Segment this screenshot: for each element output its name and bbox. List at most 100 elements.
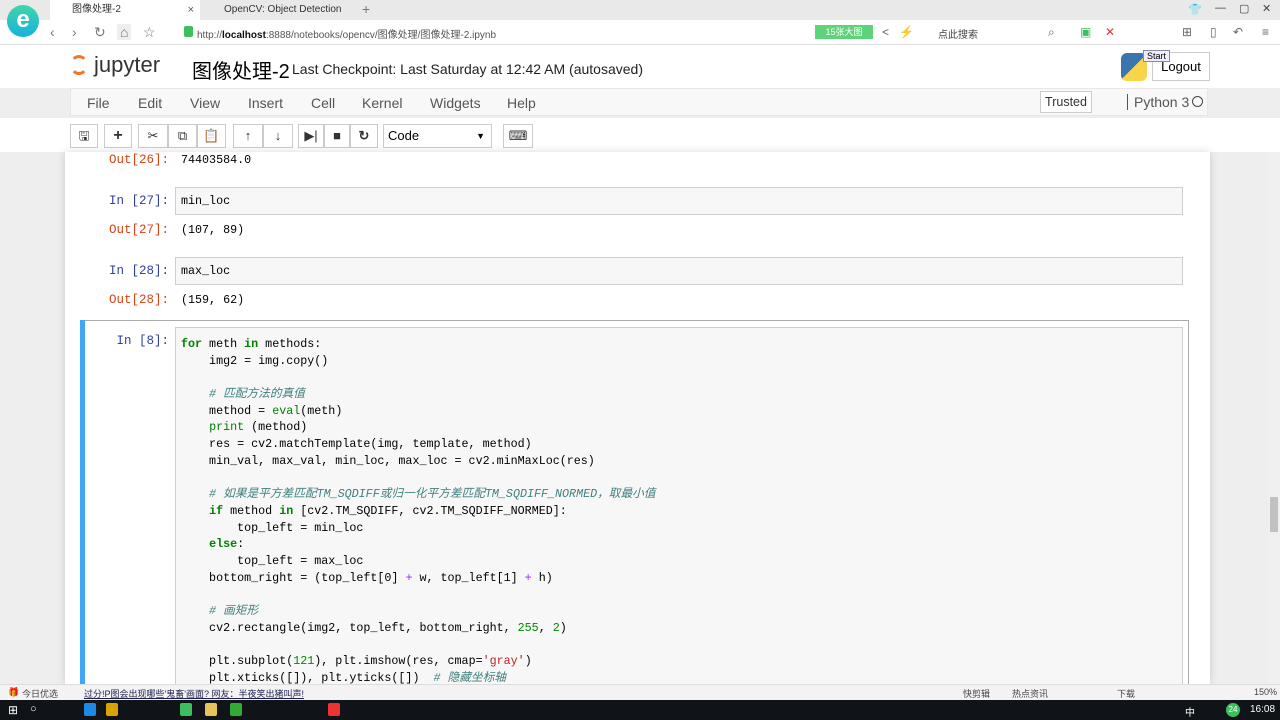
edge-icon[interactable] [84, 703, 96, 716]
menu-widgets[interactable]: Widgets [430, 95, 481, 111]
skin-icon[interactable]: 👕 [1188, 3, 1202, 16]
code-token: res = cv2.matchTemplate(img, template, m… [181, 437, 532, 452]
restart-icon: ↻ [358, 128, 370, 143]
menu-help[interactable]: Help [507, 95, 536, 111]
page-scrollbar[interactable] [1268, 152, 1280, 684]
keyboard-icon: ⌨ [508, 128, 528, 143]
restart-button[interactable]: ↻ [350, 124, 378, 148]
close-tab-icon[interactable]: × [188, 0, 194, 20]
in-prompt: In [28]: [108, 264, 169, 278]
close-window-button[interactable]: ✕ [1262, 2, 1271, 15]
apps-icon[interactable]: ⊞ [1182, 25, 1192, 39]
move-up-button[interactable]: ↑ [233, 124, 263, 148]
jupyter-logo-text: jupyter [94, 52, 161, 77]
search-input[interactable]: 点此搜索 [938, 26, 978, 41]
run-button[interactable]: ▶| [298, 124, 324, 148]
lightning-icon[interactable]: ⚡ [899, 25, 914, 39]
paste-button[interactable]: 📋 [197, 124, 226, 148]
code-token: eval [272, 403, 301, 418]
code-editor[interactable]: for meth in methods: img2 = img.copy() #… [175, 327, 1183, 684]
store-icon[interactable] [106, 703, 118, 716]
menu-insert[interactable]: Insert [248, 95, 283, 111]
tab-opencv[interactable]: OpenCV: Object Detection [202, 0, 352, 20]
zoom-level[interactable]: 150% [1254, 687, 1277, 697]
menu-kernel[interactable]: Kernel [362, 95, 402, 111]
menu-view[interactable]: View [190, 95, 220, 111]
maximize-button[interactable]: ▢ [1239, 2, 1249, 15]
save-button[interactable]: 🖫 [70, 124, 98, 148]
bookmark-star-icon[interactable]: ☆ [143, 24, 156, 41]
status-item[interactable]: 热点资讯 [1012, 687, 1048, 700]
code-token: 'gray' [482, 654, 525, 669]
download-item[interactable]: 下载 [1117, 687, 1135, 700]
code-token: print [209, 420, 245, 435]
code-token: meth [202, 337, 245, 351]
new-tab-button[interactable]: + [362, 1, 370, 17]
cortana-icon[interactable]: ○ [30, 703, 37, 715]
copy-button[interactable]: ⧉ [168, 124, 197, 148]
back-icon[interactable]: ‹ [50, 24, 55, 40]
code-line: plt.subplot(121), plt.imshow(res, cmap='… [181, 653, 1177, 670]
trusted-indicator[interactable]: Trusted [1040, 91, 1092, 113]
cut-button[interactable]: ✂ [138, 124, 168, 148]
extension-icon[interactable]: ▣ [1080, 25, 1091, 39]
address-bar-row: ‹ › ↻ ⌂ ☆ http://localhost:8888/notebook… [0, 20, 1280, 45]
notebook-title[interactable]: 图像处理-2 [192, 55, 290, 84]
out-prompt: Out[28]: [108, 293, 169, 307]
news-link[interactable]: 过分!P图会出现哪些'鬼畜'画面? 网友：半夜笑出猪叫声! [84, 687, 304, 700]
code-token: plt.subplot( [181, 654, 294, 669]
code-input[interactable]: min_loc [175, 187, 1183, 215]
code-token: : [237, 537, 245, 552]
insert-cell-button[interactable]: + [104, 124, 132, 148]
interrupt-button[interactable]: ■ [324, 124, 350, 148]
notification-badge[interactable]: 24 [1226, 703, 1240, 717]
url-field[interactable]: http://localhost:8888/notebooks/opencv/图… [197, 26, 496, 41]
code-token: (method) [244, 420, 308, 435]
command-palette-button[interactable]: ⌨ [503, 124, 533, 148]
cell-type-value: Code [388, 128, 420, 143]
cell-type-select[interactable]: Code ▼ [383, 124, 492, 148]
adblock-icon[interactable]: ✕ [1105, 25, 1115, 39]
tab-notebook[interactable]: 图像处理-2 × [50, 0, 200, 20]
jupyter-logo[interactable]: jupyter [70, 52, 160, 78]
phone-icon[interactable]: ▯ [1210, 25, 1217, 39]
folder-icon[interactable] [205, 703, 217, 716]
scrollbar-thumb[interactable] [1270, 497, 1278, 532]
active-app-icon[interactable] [328, 703, 340, 716]
ime-indicator[interactable]: 中 [1185, 704, 1195, 719]
menu-cell[interactable]: Cell [311, 95, 335, 111]
minimize-button[interactable]: — [1215, 2, 1226, 14]
search-icon[interactable]: ⌕ [1048, 25, 1055, 40]
url-scheme: http:// [197, 30, 223, 41]
menu-icon[interactable]: ≡ [1262, 25, 1269, 39]
code-text: max_loc [181, 264, 231, 278]
menu-edit[interactable]: Edit [138, 95, 162, 111]
windows-start-icon[interactable]: ⊞ [8, 703, 18, 717]
home-icon[interactable]: ⌂ [117, 24, 132, 40]
app-icon[interactable] [230, 703, 242, 716]
browser-taskbar-icon[interactable] [180, 703, 192, 716]
reload-icon[interactable]: ↻ [94, 24, 106, 41]
code-text: min_loc [181, 194, 231, 208]
gift-icon: 🎁 [8, 687, 20, 697]
code-token: method [223, 503, 280, 518]
move-down-button[interactable]: ↓ [263, 124, 293, 148]
browser-logo-icon: e [7, 5, 39, 37]
checkpoint-status: Last Checkpoint: Last Saturday at 12:42 … [292, 61, 643, 77]
plus-icon: + [113, 127, 123, 144]
status-item[interactable]: 快剪辑 [963, 687, 990, 700]
share-icon[interactable]: < [882, 25, 889, 39]
menu-file[interactable]: File [87, 95, 110, 111]
today-picks[interactable]: 今日优选 [22, 687, 58, 700]
forward-icon[interactable]: › [72, 24, 77, 40]
undo-icon[interactable]: ↶ [1233, 25, 1243, 39]
output-text: (107, 89) [181, 223, 245, 237]
code-token: if [209, 503, 224, 518]
code-line: bottom_right = (top_left[0] + w, top_lef… [181, 570, 1177, 587]
kernel-name[interactable]: Python 3 [1127, 94, 1189, 110]
code-input[interactable]: max_loc [175, 257, 1183, 285]
image-badge[interactable]: 15张大图 [815, 25, 873, 39]
